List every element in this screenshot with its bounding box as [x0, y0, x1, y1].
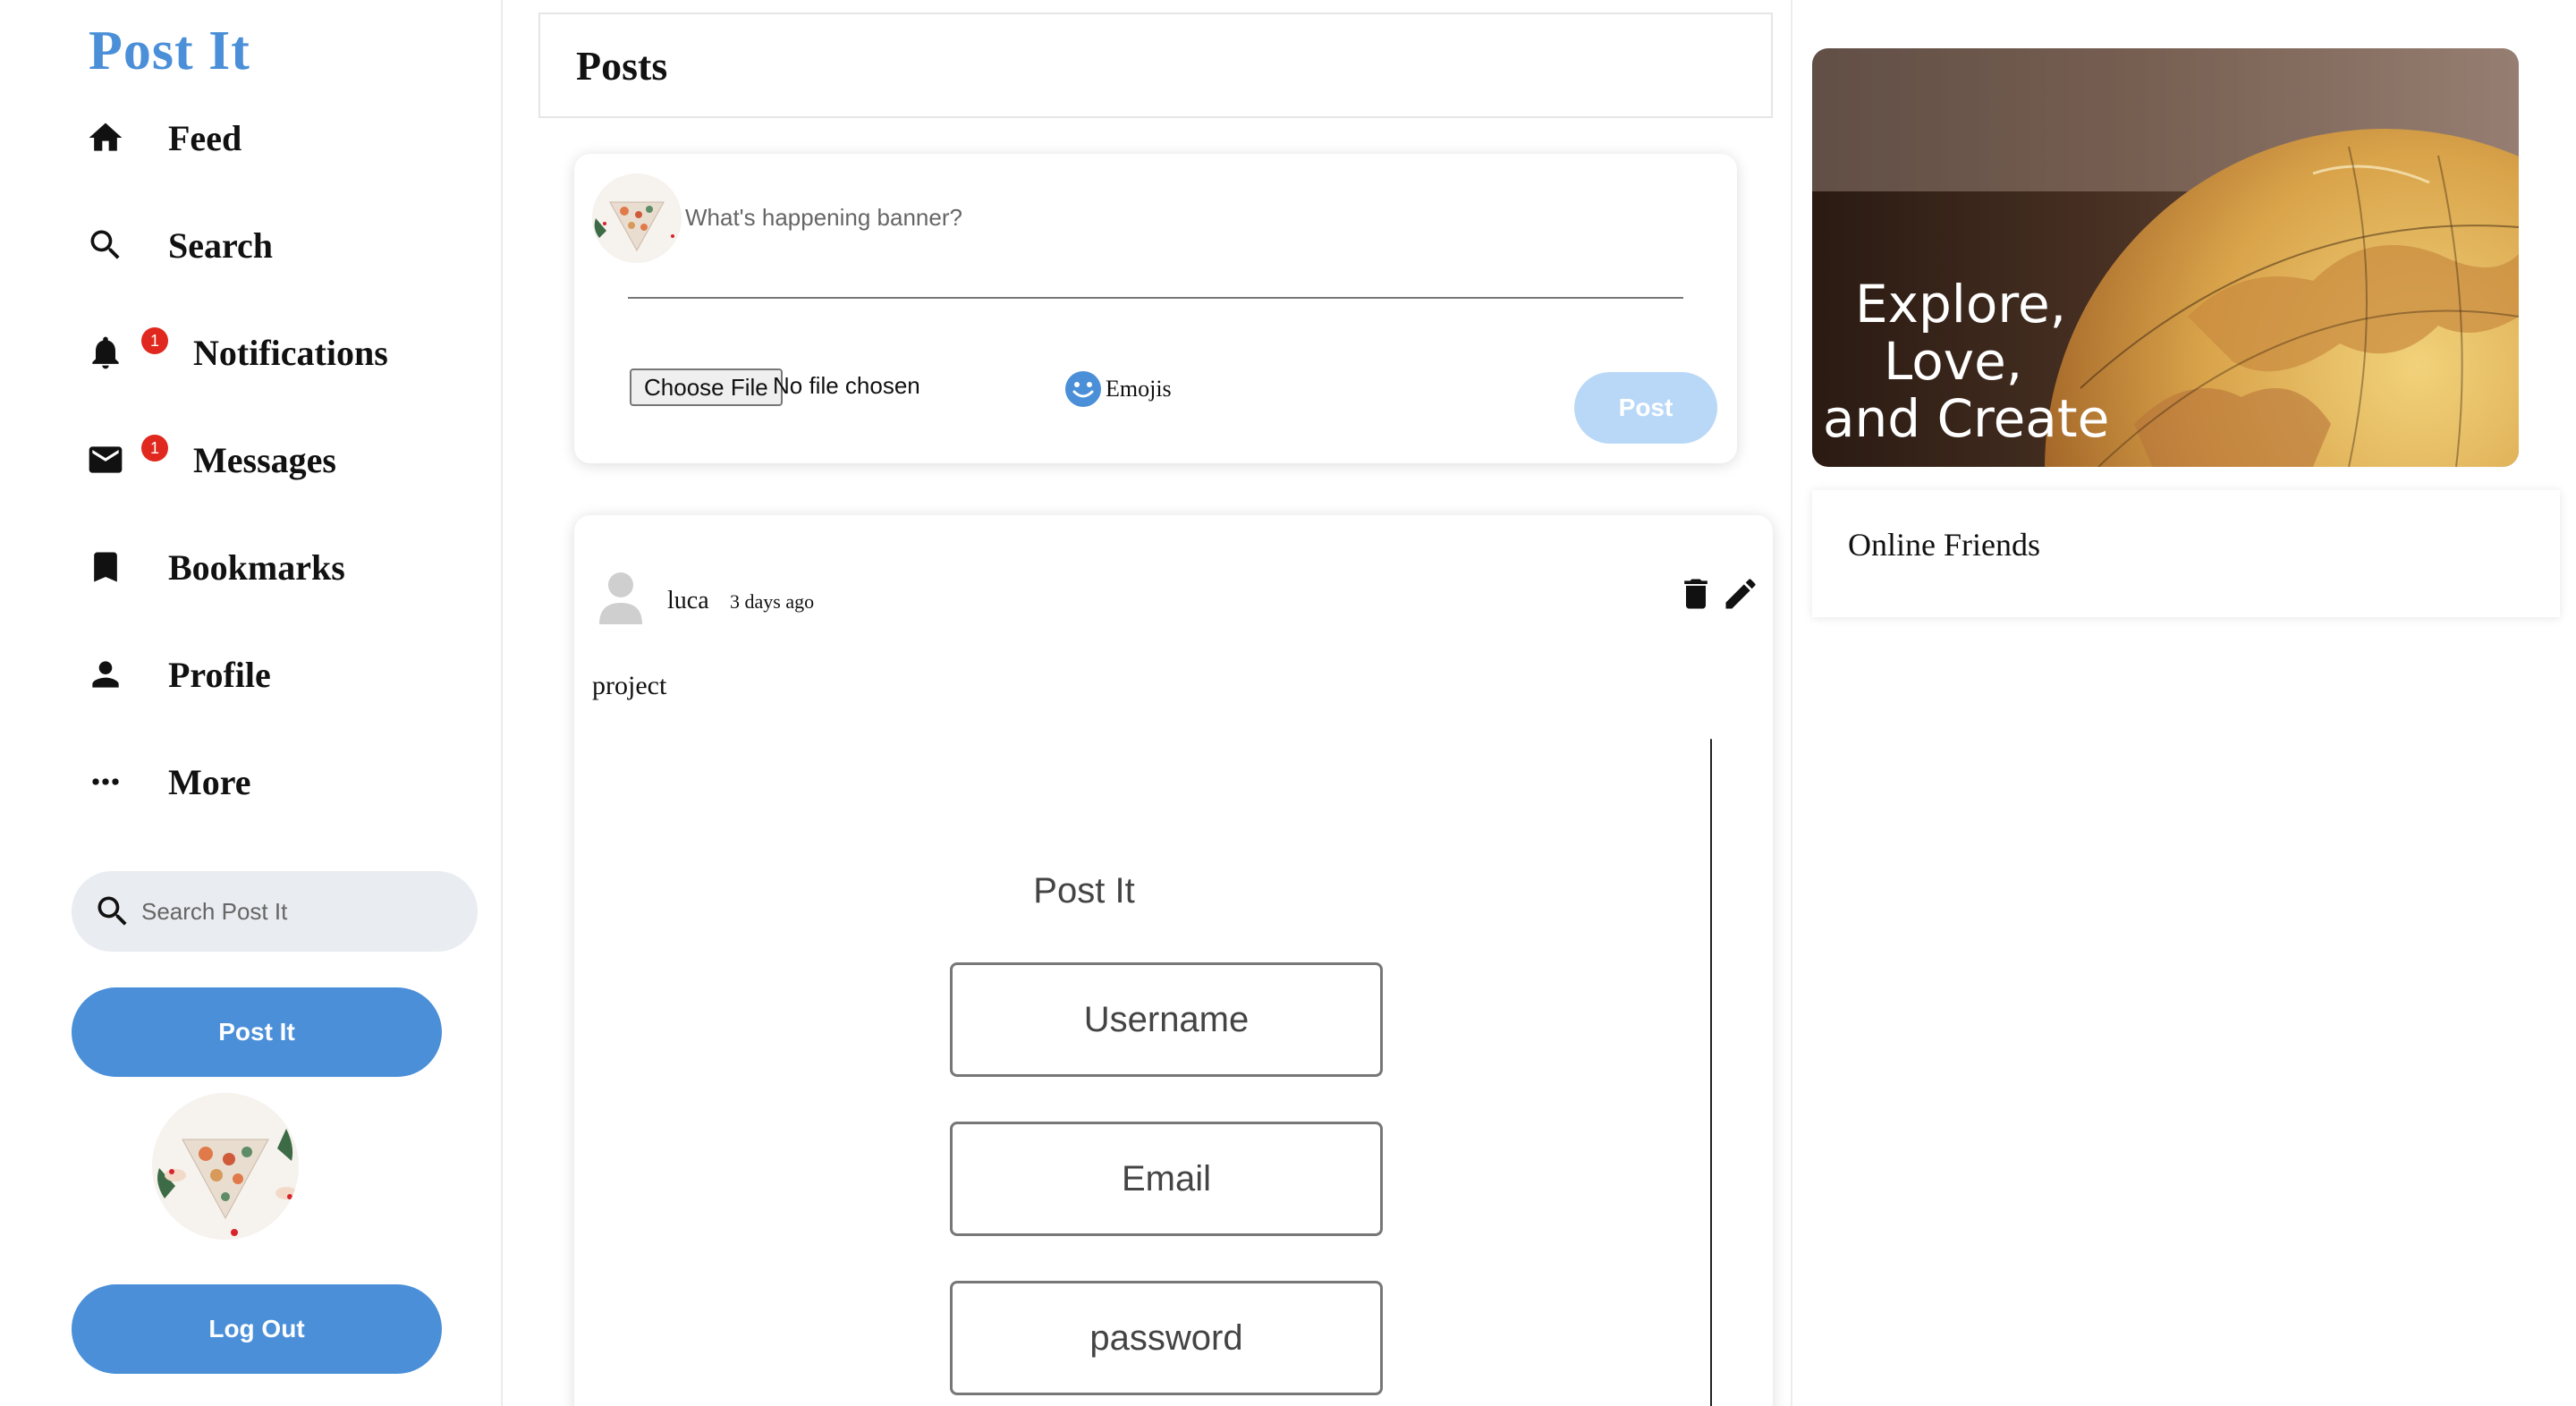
home-icon: [86, 118, 125, 157]
nav-label-bookmarks: Bookmarks: [168, 546, 345, 588]
user-avatar[interactable]: [152, 1093, 299, 1240]
banner-tagline: Explore, Love, and Create: [1823, 275, 2109, 447]
page-title: Posts: [576, 42, 668, 89]
post-author[interactable]: luca: [667, 587, 709, 615]
nav-label-more: More: [168, 761, 251, 802]
post-image-embed: Post It Username Email password: [574, 737, 1710, 1406]
embed-username-field: Username: [950, 962, 1383, 1077]
user-placeholder-icon: [599, 571, 642, 624]
composer-avatar: [592, 174, 682, 263]
post-card: luca 3 days ago project Post It Username…: [574, 515, 1773, 1406]
nav-label-profile: Profile: [168, 654, 271, 695]
bookmark-icon: [86, 547, 125, 587]
post-composer: Choose File No file chosen Emojis Post: [574, 154, 1737, 463]
more-horizontal-icon: [86, 762, 125, 801]
embed-password-field: password: [950, 1281, 1383, 1395]
nav-item-bookmarks[interactable]: Bookmarks: [86, 540, 345, 594]
log-out-button[interactable]: Log Out: [72, 1284, 442, 1374]
main-feed: Posts Choose File No file chosen: [503, 0, 1791, 1406]
embed-title: Post It: [1033, 871, 1135, 911]
embed-border-line: [1710, 739, 1712, 1406]
file-status-text: No file chosen: [773, 372, 920, 399]
trash-icon[interactable]: [1676, 574, 1716, 614]
search-icon: [86, 225, 125, 265]
nav-item-search[interactable]: Search: [86, 218, 273, 272]
emojis-button[interactable]: Emojis: [1064, 370, 1172, 408]
sidebar-search-input[interactable]: [141, 897, 445, 926]
nav-label-search: Search: [168, 224, 274, 266]
post-actions: [1671, 574, 1760, 614]
right-sidebar: Explore, Love, and Create Online Friends: [1791, 0, 2576, 1406]
mail-icon: [86, 440, 125, 479]
feed-header: Posts: [538, 13, 1773, 118]
search-icon: [97, 896, 127, 926]
post-it-button[interactable]: Post It: [72, 987, 442, 1077]
embed-email-field: Email: [950, 1122, 1383, 1236]
nav-item-feed[interactable]: Feed: [86, 111, 242, 165]
nav-label-feed: Feed: [168, 117, 242, 158]
post-text: project: [592, 671, 667, 700]
nav-label-notifications: Notifications: [193, 332, 388, 373]
composer-text-input[interactable]: [685, 204, 1490, 232]
nav-item-profile[interactable]: Profile: [86, 648, 271, 701]
online-friends-title: Online Friends: [1848, 527, 2040, 563]
banner-line-1: Explore,: [1855, 274, 2067, 335]
person-icon: [86, 655, 125, 694]
notification-badge: 1: [141, 327, 168, 354]
left-sidebar: Post It Feed Search 1 Notifications 1 Me…: [0, 0, 503, 1406]
nav-item-more[interactable]: More: [86, 755, 251, 809]
nav-item-messages[interactable]: 1 Messages: [86, 433, 336, 487]
messages-badge: 1: [141, 435, 168, 462]
post-timestamp: 3 days ago: [730, 590, 815, 613]
explore-banner: Explore, Love, and Create: [1812, 48, 2519, 467]
online-friends-panel: Online Friends: [1812, 490, 2560, 617]
edit-pencil-icon[interactable]: [1721, 574, 1760, 614]
composer-divider: [628, 297, 1683, 299]
brand-logo[interactable]: Post It: [89, 20, 250, 83]
banner-line-3: and Create: [1823, 388, 2110, 449]
banner-line-2: Love,: [1884, 331, 2023, 392]
nav-item-notifications[interactable]: 1 Notifications: [86, 326, 388, 379]
composer-post-button[interactable]: Post: [1574, 372, 1717, 444]
emojis-label: Emojis: [1106, 376, 1172, 402]
bell-icon: [86, 333, 125, 372]
nav-label-messages: Messages: [193, 439, 336, 480]
choose-file-button[interactable]: Choose File: [630, 368, 783, 406]
smiley-icon: [1065, 371, 1101, 407]
sidebar-search[interactable]: [72, 871, 478, 952]
